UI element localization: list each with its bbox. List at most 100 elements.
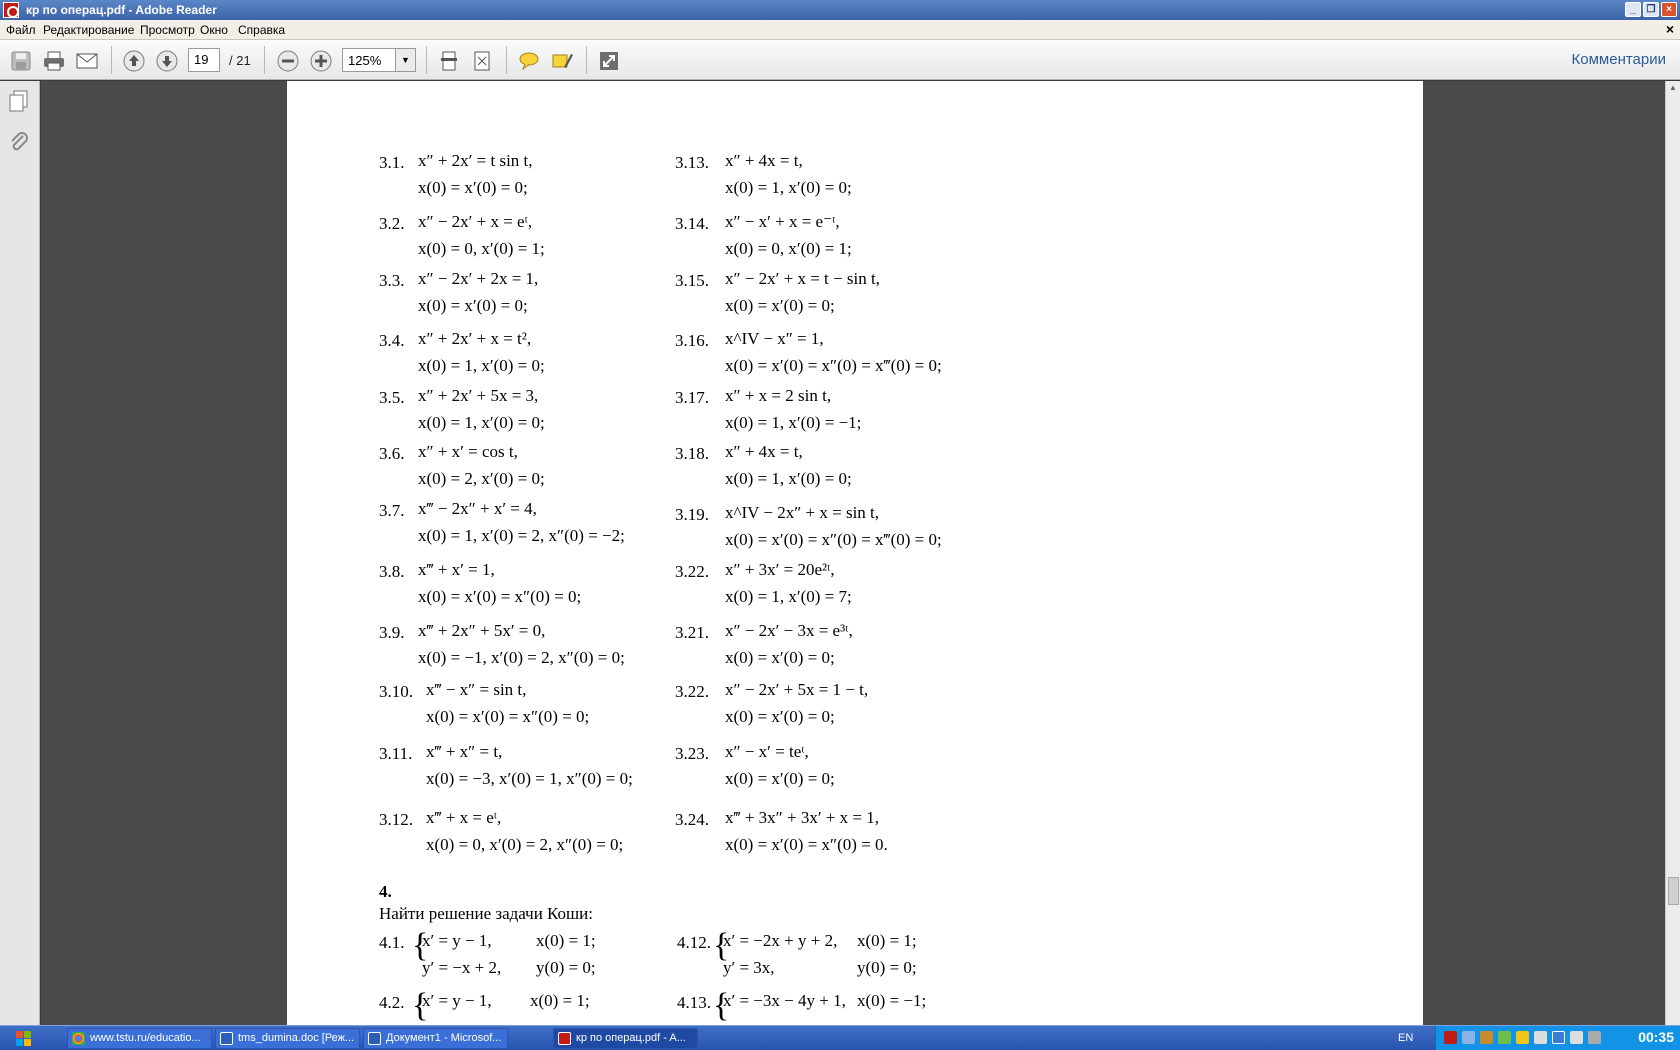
initial-conditions: x(0) = −3, x′(0) = 1, x″(0) = 0; [426,769,633,788]
taskbar-item-word-new[interactable]: Документ1 - Microsof... [363,1028,508,1049]
problem-equation: x″ + x′ = cos t, [418,442,518,461]
problem-equation: x″ − 2x′ + x = eᵗ, [418,212,533,231]
volume-icon[interactable] [1588,1031,1601,1044]
toolbar-separator [506,46,507,74]
initial-conditions: x(0) = x′(0) = 0; [725,296,835,315]
adobe-reader-icon [558,1032,571,1045]
system-number: 4.2. [379,993,405,1012]
toolbar: 19 / 21 125% ▼ Комментарии [0,40,1680,80]
task-label: tms_dumina.doc [Реж... [238,1032,355,1044]
fit-width-icon[interactable] [470,49,494,73]
clock[interactable]: 00:35 [1638,1029,1674,1045]
initial-conditions: x(0) = x′(0) = x″(0) = x‴(0) = 0; [725,530,942,549]
minimize-button[interactable]: _ [1625,2,1641,17]
menu-window[interactable]: Окно [200,23,228,37]
email-icon[interactable] [75,49,99,73]
comment-icon[interactable] [517,49,541,73]
initial-conditions: x(0) = x′(0) = 0; [418,178,528,197]
taskbar-item-adobe-reader[interactable]: кр по операц.pdf - A... [553,1028,698,1049]
fullscreen-icon[interactable] [597,49,621,73]
problem-number: 3.9. [379,623,405,642]
print-icon[interactable] [42,49,66,73]
problem-equation: x″ + x = 2 sin t, [725,386,832,405]
zoom-out-icon[interactable] [276,49,300,73]
scroll-thumb[interactable] [1668,877,1679,905]
page-down-icon[interactable] [155,49,179,73]
comments-panel-button[interactable]: Комментарии [1572,51,1666,68]
restore-button[interactable]: ❐ [1643,2,1659,17]
problem-number: 3.5. [379,388,405,407]
security-icon[interactable] [1516,1031,1529,1044]
window-title: кр по операц.pdf - Adobe Reader [26,3,217,17]
attachments-icon[interactable] [8,131,30,155]
page-number-input[interactable]: 19 [188,48,220,72]
tools-icon[interactable] [1480,1031,1493,1044]
network-icon[interactable] [1462,1031,1475,1044]
system-condition: x(0) = 1; [530,991,590,1010]
system-tray: EN 00:35 [1398,1026,1680,1050]
system-condition: y(0) = 0; [857,958,917,977]
problem-equation: x″ − 2x′ + 5x = 1 − t, [725,680,869,699]
update-icon[interactable] [1534,1031,1547,1044]
save-icon[interactable] [9,49,33,73]
taskbar-item-browser[interactable]: www.tstu.ru/educatio... [67,1028,212,1049]
problem-equation: x‴ + 2x″ + 5x′ = 0, [418,621,546,640]
problem-equation: x‴ − 2x″ + x′ = 4, [418,499,537,518]
initial-conditions: x(0) = x′(0) = 0; [418,296,528,315]
menu-help[interactable]: Справка [238,23,285,37]
problem-equation: x″ + 2x′ = t sin t, [418,151,533,170]
vertical-scrollbar[interactable]: ▲ [1665,81,1680,1025]
pages-thumbnail-icon[interactable] [8,89,30,113]
problem-equation: x‴ + x = eᵗ, [426,808,502,827]
close-button[interactable]: × [1661,2,1677,17]
taskbar: www.tstu.ru/educatio... tms_dumina.doc [… [0,1025,1680,1050]
toolbar-separator [426,46,427,74]
pdf-page: 3.1. x″ + 2x′ = t sin t, x(0) = x′(0) = 0;… [287,81,1423,1025]
system-condition: x(0) = 1; [857,931,917,950]
zoom-in-icon[interactable] [309,49,333,73]
initial-conditions: x(0) = 2, x′(0) = 0; [418,469,545,488]
fit-page-icon[interactable] [437,49,461,73]
chevron-down-icon[interactable]: ▼ [395,49,415,71]
problem-number: 3.21. [675,623,709,642]
initial-conditions: x(0) = x′(0) = x″(0) = 0; [418,587,582,606]
highlight-icon[interactable] [550,49,574,73]
problem-equation: x″ − 2x′ + x = t − sin t, [725,269,880,288]
zoom-select[interactable]: 125% ▼ [342,48,416,72]
problem-equation: x‴ + x″ = t, [426,742,503,761]
system-number: 4.13. [677,993,711,1012]
task-label: кр по операц.pdf - A... [576,1032,686,1044]
start-button[interactable] [2,1028,46,1049]
problem-number: 3.8. [379,562,405,581]
system-equation: x′ = −3x − 4y + 1, [723,991,846,1010]
adobe-tray-icon[interactable] [1444,1031,1457,1044]
problem-equation: x″ − x′ = teᵗ, [725,742,809,761]
initial-conditions: x(0) = x′(0) = x″(0) = x‴(0) = 0; [725,356,942,375]
scroll-up-icon[interactable]: ▲ [1669,83,1678,92]
problem-number: 3.10. [379,682,413,701]
task-label: www.tstu.ru/educatio... [90,1032,201,1044]
word-icon [220,1032,233,1045]
section-number: 4. [379,882,392,901]
info-icon[interactable] [1552,1031,1565,1044]
system-number: 4.1. [379,933,405,952]
initial-conditions: x(0) = 1, x′(0) = 0; [418,356,545,375]
problem-number: 3.22. [675,682,709,701]
battery-icon[interactable] [1498,1031,1511,1044]
document-viewport[interactable]: 3.1. x″ + 2x′ = t sin t, x(0) = x′(0) = 0;… [41,81,1665,1025]
system-condition: y(0) = 0; [536,958,596,977]
usb-icon[interactable] [1570,1031,1583,1044]
menu-view[interactable]: Просмотр [140,23,195,37]
problem-equation: x″ + 3x′ = 20e²ᵗ, [725,560,835,579]
menu-file[interactable]: Файл [6,23,36,37]
problem-number: 3.13. [675,153,709,172]
problem-number: 3.2. [379,214,405,233]
menu-edit[interactable]: Редактирование [43,23,134,37]
problem-number: 3.1. [379,153,405,172]
page-up-icon[interactable] [122,49,146,73]
taskbar-item-word-doc[interactable]: tms_dumina.doc [Реж... [215,1028,360,1049]
close-document-button[interactable]: × [1666,21,1674,37]
language-indicator[interactable]: EN [1398,1032,1413,1044]
toolbar-separator [264,46,265,74]
problem-equation: x‴ + 3x″ + 3x′ + x = 1, [725,808,879,827]
